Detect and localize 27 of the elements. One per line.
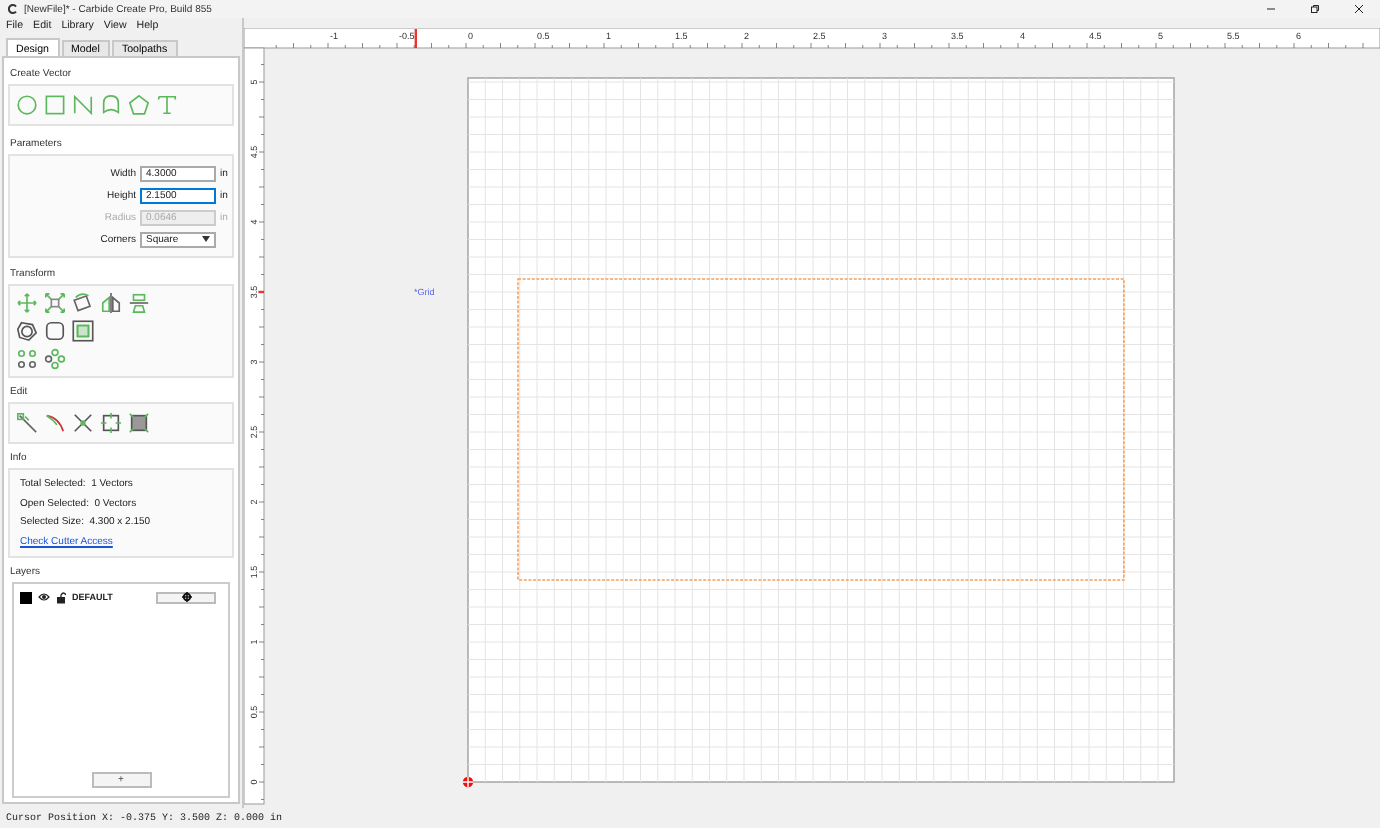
app-logo-icon bbox=[8, 4, 18, 14]
unlocked-icon[interactable] bbox=[56, 591, 66, 603]
circle-array-icon[interactable] bbox=[16, 348, 38, 370]
mirror-icon[interactable] bbox=[100, 292, 122, 314]
curve-icon[interactable] bbox=[44, 412, 66, 434]
origin-marker-icon bbox=[462, 776, 474, 788]
cursor-marker bbox=[258, 290, 264, 294]
settings-icon bbox=[181, 592, 191, 602]
boolean-icon[interactable] bbox=[72, 320, 94, 342]
trim-icon[interactable] bbox=[72, 412, 94, 434]
minimize-icon[interactable] bbox=[1266, 4, 1276, 14]
layer-settings-button[interactable] bbox=[156, 591, 216, 603]
scale-icon[interactable] bbox=[44, 292, 66, 314]
offset-icon[interactable] bbox=[16, 320, 38, 342]
rotate-icon[interactable] bbox=[72, 292, 94, 314]
close-icon[interactable] bbox=[1354, 4, 1364, 14]
rounded-square-icon[interactable] bbox=[44, 320, 66, 342]
eye-icon[interactable] bbox=[38, 592, 50, 602]
fill-icon[interactable] bbox=[128, 412, 150, 434]
layer-color-swatch[interactable] bbox=[20, 591, 32, 603]
cursor-marker bbox=[414, 29, 417, 48]
circular-pattern-icon[interactable] bbox=[44, 348, 66, 370]
caret-icon bbox=[202, 236, 210, 242]
align-icon[interactable] bbox=[128, 292, 150, 314]
restore-icon[interactable] bbox=[1310, 4, 1320, 14]
node-edit-icon[interactable] bbox=[16, 412, 38, 434]
join-icon[interactable] bbox=[100, 412, 122, 434]
